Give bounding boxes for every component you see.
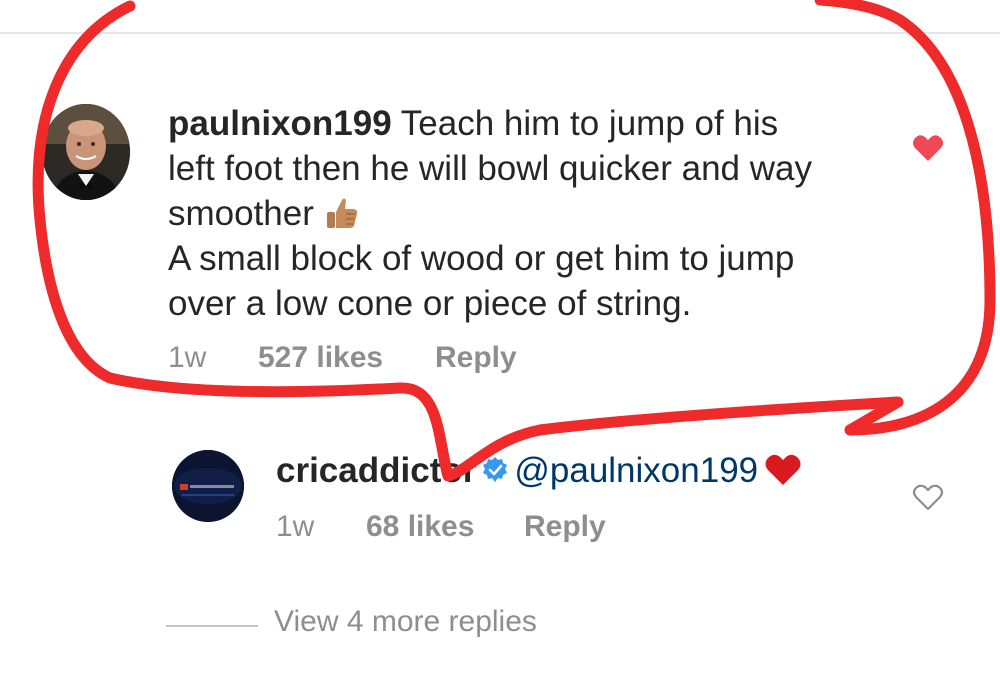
top-divider <box>0 32 1000 34</box>
comment-likes-count[interactable]: 527 likes <box>258 341 383 375</box>
profile-photo-icon <box>42 104 130 200</box>
comment-text-line4: A small block of wood or get him to jump <box>168 239 795 278</box>
comment-reply-button[interactable]: Reply <box>435 341 517 375</box>
commenter-avatar[interactable] <box>42 104 130 200</box>
comment-username[interactable]: paulnixon199 <box>168 104 392 143</box>
thumbs-up-icon <box>326 198 357 228</box>
comment-text-line5: over a low cone or piece of string. <box>168 284 692 323</box>
comment-text-line1: Teach him to jump of his <box>400 104 779 143</box>
reply-body: cricaddictor @paulnixon199 <box>276 448 802 493</box>
reply-mention-link[interactable]: @paulnixon199 <box>514 451 758 490</box>
reply-avatar[interactable] <box>172 450 244 522</box>
cricket-addictor-logo-icon <box>172 450 244 522</box>
comment-time: 1w <box>168 341 207 374</box>
heart-filled-icon[interactable] <box>912 133 944 163</box>
more-replies-label: View 4 more replies <box>274 605 537 638</box>
comment-text-line2: left foot then he will bowl quicker and … <box>168 149 812 188</box>
comment-body: paulnixon199 Teach him to jump of his le… <box>168 101 868 326</box>
reply-username[interactable]: cricaddictor <box>276 451 476 490</box>
reply-reply-button[interactable]: Reply <box>524 510 606 544</box>
red-heart-emoji-icon <box>765 454 801 485</box>
heart-outline-icon[interactable] <box>912 482 944 512</box>
reply-likes-count[interactable]: 68 likes <box>366 510 474 544</box>
reply-time: 1w <box>276 510 315 543</box>
more-replies-divider <box>166 625 258 627</box>
verified-badge-icon <box>483 457 508 482</box>
comment-text-line3: smoother <box>168 194 314 233</box>
